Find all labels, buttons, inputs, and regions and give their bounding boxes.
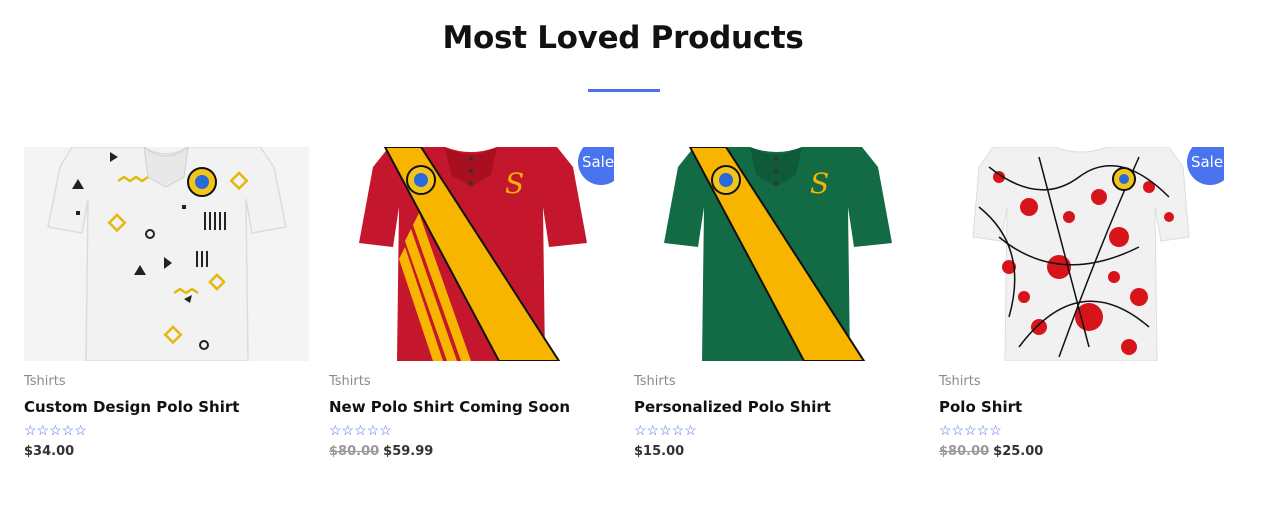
product-price: $15.00 <box>634 444 684 459</box>
product-card[interactable]: Sale! Tshirts Polo Shirt ☆☆☆☆☆ $80.00$25… <box>939 147 1224 459</box>
product-price: $80.00 $59.99 <box>329 444 433 459</box>
product-image[interactable]: Sale! <box>939 147 1224 361</box>
product-category[interactable]: Tshirts <box>634 374 676 389</box>
product-title[interactable]: Custom Design Polo Shirt <box>24 398 239 416</box>
title-underline <box>588 89 660 92</box>
product-image[interactable]: S <box>634 147 919 361</box>
sale-price: $59.99 <box>383 444 434 459</box>
product-title[interactable]: Polo Shirt <box>939 398 1022 416</box>
svg-text:S: S <box>505 167 524 200</box>
product-price: $80.00 $25.00 <box>939 444 1043 459</box>
rating-stars: ☆☆☆☆☆ <box>939 422 1002 438</box>
regular-price: $80.00 <box>329 444 380 459</box>
green-polo-shirt-yellow-sash-icon: S <box>634 147 919 361</box>
product-card[interactable]: Tshirts Custom Design Polo Shirt ☆☆☆☆☆ $… <box>24 147 309 459</box>
red-polo-shirt-yellow-sash-icon: S <box>329 147 614 361</box>
current-price: $15.00 <box>634 444 685 459</box>
rating-stars: ☆☆☆☆☆ <box>24 422 87 438</box>
rating-stars: ☆☆☆☆☆ <box>634 422 697 438</box>
product-image[interactable] <box>24 147 309 361</box>
white-patterned-polo-shirt-icon <box>24 147 309 361</box>
sale-price: $25.00 <box>993 444 1044 459</box>
product-card[interactable]: S Tshirts Personalized Polo Shirt ☆☆☆☆☆ … <box>634 147 919 459</box>
section-title: Most Loved Products <box>442 20 804 56</box>
splatter-polo-shirt-icon <box>939 147 1224 361</box>
product-title[interactable]: Personalized Polo Shirt <box>634 398 831 416</box>
product-category[interactable]: Tshirts <box>24 374 66 389</box>
product-price: $34.00 <box>24 444 74 459</box>
current-price: $34.00 <box>24 444 75 459</box>
product-card[interactable]: S Sale! Tshirts New Polo Shirt Coming So… <box>329 147 614 459</box>
svg-text:S: S <box>810 167 829 200</box>
regular-price: $80.00 <box>939 444 990 459</box>
product-image[interactable]: S Sale! <box>329 147 614 361</box>
rating-stars: ☆☆☆☆☆ <box>329 422 392 438</box>
product-title[interactable]: New Polo Shirt Coming Soon <box>329 398 570 416</box>
product-category[interactable]: Tshirts <box>329 374 371 389</box>
product-category[interactable]: Tshirts <box>939 374 981 389</box>
